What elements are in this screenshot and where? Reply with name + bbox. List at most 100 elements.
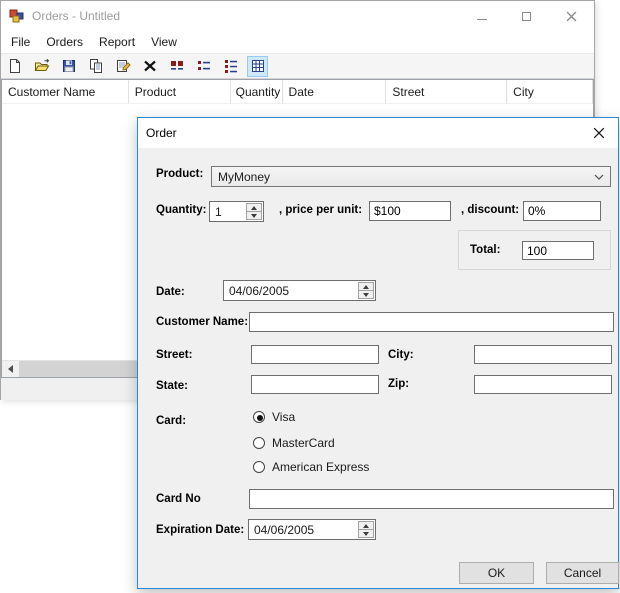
column-header-customer-name[interactable]: Customer Name [2,80,129,104]
quantity-stepper[interactable]: 1 [209,201,264,222]
radio-icon [253,437,265,449]
zip-field[interactable] [474,375,612,394]
column-header-quantity[interactable]: Quantity [231,80,283,104]
product-combobox[interactable]: MyMoney [211,166,611,187]
properties-button[interactable] [112,56,133,77]
radio-mastercard[interactable]: MasterCard [253,436,335,450]
copy-icon [88,58,104,74]
app-icon [9,8,25,24]
small-icons-view-button[interactable] [193,56,214,77]
product-value: MyMoney [218,170,270,184]
properties-icon [115,58,131,74]
date-label: Date: [156,286,185,298]
open-folder-button[interactable] [31,56,52,77]
left-arrow-icon [8,365,13,373]
order-dialog: Order Product: MyMoney Quantity: 1 , pri… [137,117,619,589]
toolbar [1,53,594,79]
expiration-spin-buttons [358,521,374,538]
menu-file[interactable]: File [3,32,38,52]
product-label: Product: [156,168,203,180]
small-icons-view-icon [196,58,212,74]
dialog-close-icon [593,127,605,139]
dialog-titlebar: Order [138,118,618,148]
save-button[interactable] [58,56,79,77]
total-field[interactable] [522,241,594,260]
total-label: Total: [470,244,500,256]
scroll-left-button[interactable] [2,361,19,377]
new-document-icon [7,58,23,74]
close-button[interactable] [549,1,594,31]
window-title: Orders - Untitled [32,9,120,23]
state-field[interactable] [251,375,379,394]
window-controls [459,1,594,31]
discount-field[interactable] [523,201,601,221]
ok-button[interactable]: OK [459,562,534,584]
expiration-up-button[interactable] [359,522,373,530]
radio-icon [253,411,265,423]
close-icon [566,11,577,22]
expiration-date-label: Expiration Date: [156,524,244,536]
details-view-icon [250,58,266,74]
menu-view[interactable]: View [143,32,185,52]
column-header-product[interactable]: Product [129,80,231,104]
date-spin-buttons [358,282,374,299]
date-picker[interactable]: 04/06/2005 [223,280,376,301]
card-no-field[interactable] [249,489,614,509]
customer-name-label: Customer Name: [156,316,248,328]
maximize-icon [522,12,531,21]
date-up-button[interactable] [359,283,373,291]
column-header-street[interactable]: Street [386,80,507,104]
up-arrow-icon [363,524,369,528]
details-view-button[interactable] [247,56,268,77]
chevron-down-icon [594,174,604,180]
street-field[interactable] [251,345,379,364]
down-arrow-icon [363,293,369,297]
column-header-city[interactable]: City [507,80,593,104]
total-panel: Total: [458,230,611,270]
open-folder-icon [34,58,50,74]
price-per-unit-field[interactable] [369,201,451,221]
quantity-up-button[interactable] [247,204,261,212]
delete-icon [142,58,158,74]
expiration-down-button[interactable] [359,530,373,537]
customer-name-field[interactable] [249,312,614,332]
list-view-button[interactable] [220,56,241,77]
date-down-button[interactable] [359,291,373,298]
radio-visa[interactable]: Visa [253,410,295,424]
column-header-date[interactable]: Date [283,80,387,104]
minimize-button[interactable] [459,1,504,31]
menubar: File Orders Report View [1,31,594,53]
radio-visa-label: Visa [272,410,295,424]
quantity-label: Quantity: [156,204,206,216]
quantity-value: 1 [210,202,245,221]
list-view-icon [223,58,239,74]
titlebar: Orders - Untitled [1,1,594,31]
price-per-unit-label: , price per unit: [279,204,362,216]
expiration-date-value: 04/06/2005 [249,520,357,539]
zip-label: Zip: [388,378,409,390]
cancel-button[interactable]: Cancel [546,562,619,584]
large-icons-view-button[interactable] [166,56,187,77]
up-arrow-icon [251,206,257,210]
radio-mastercard-label: MasterCard [272,436,335,450]
street-label: Street: [156,349,192,361]
city-field[interactable] [474,345,612,364]
save-icon [61,58,77,74]
quantity-down-button[interactable] [247,212,261,219]
radio-icon [253,461,265,473]
radio-american-express[interactable]: American Express [253,460,369,474]
delete-button[interactable] [139,56,160,77]
menu-report[interactable]: Report [91,32,143,52]
maximize-button[interactable] [504,1,549,31]
date-value: 04/06/2005 [224,281,357,300]
large-icons-view-icon [169,58,185,74]
new-document-button[interactable] [4,56,25,77]
copy-button[interactable] [85,56,106,77]
listview-header: Customer Name Product Quantity Date Stre… [2,80,593,104]
quantity-spin-buttons [246,203,262,220]
dialog-close-button[interactable] [580,118,618,148]
card-no-label: Card No [156,493,201,505]
expiration-date-picker[interactable]: 04/06/2005 [248,519,376,540]
menu-orders[interactable]: Orders [38,32,91,52]
card-label: Card: [156,415,186,427]
